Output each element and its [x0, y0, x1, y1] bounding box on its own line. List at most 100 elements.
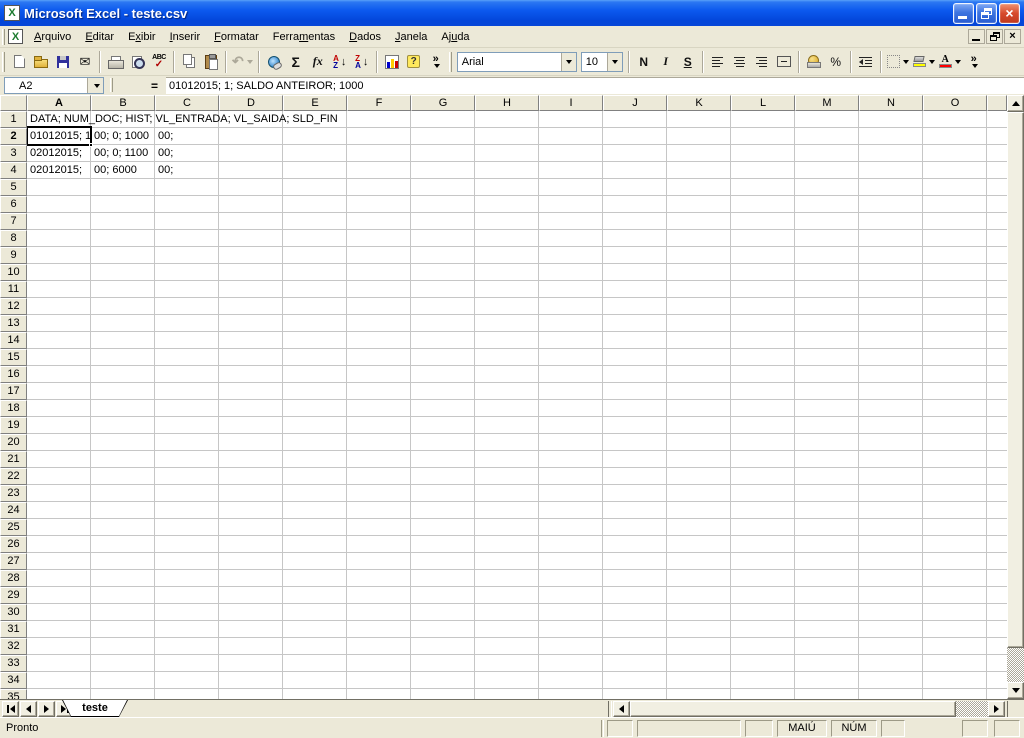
paste-function-button[interactable]: fx [307, 51, 329, 73]
cell-C2[interactable]: 00; [155, 128, 219, 145]
scroll-up-button[interactable] [1007, 95, 1024, 112]
col-header-C[interactable]: C [155, 95, 219, 111]
cell-B3[interactable]: 00; 0; 1100 [91, 145, 155, 162]
cell-C3[interactable]: 00; [155, 145, 219, 162]
vertical-scroll-track[interactable] [1007, 648, 1024, 682]
col-header-L[interactable]: L [731, 95, 795, 111]
workbook-restore-button[interactable] [986, 29, 1003, 44]
col-header-K[interactable]: K [667, 95, 731, 111]
row-header-30[interactable]: 30 [0, 604, 27, 621]
row-header-29[interactable]: 29 [0, 587, 27, 604]
title-bar[interactable]: X Microsoft Excel - teste.csv × [0, 0, 1024, 26]
print-preview-button[interactable] [126, 51, 148, 73]
cell-B2[interactable]: 00; 0; 1000 [91, 128, 155, 145]
name-box[interactable]: A2 [4, 77, 104, 94]
row-header-24[interactable]: 24 [0, 502, 27, 519]
row-header-6[interactable]: 6 [0, 196, 27, 213]
grid-body[interactable]: DATA; NUM_DOC; HIST; VL_ENTRADA; VL_SAID… [27, 111, 1007, 699]
row-header-20[interactable]: 20 [0, 434, 27, 451]
new-button[interactable] [8, 51, 30, 73]
decrease-indent-button[interactable] [855, 51, 877, 73]
spelling-button[interactable]: ABC✓ [148, 51, 170, 73]
row-header-13[interactable]: 13 [0, 315, 27, 332]
vertical-scroll-thumb[interactable] [1007, 112, 1024, 648]
menu-grip[interactable] [2, 29, 5, 45]
cell-B4[interactable]: 00; 6000 [91, 162, 155, 179]
paste-button[interactable] [200, 51, 222, 73]
currency-style-button[interactable] [803, 51, 825, 73]
row-header-21[interactable]: 21 [0, 451, 27, 468]
col-header-M[interactable]: M [795, 95, 859, 111]
row-header-32[interactable]: 32 [0, 638, 27, 655]
row-header-12[interactable]: 12 [0, 298, 27, 315]
scroll-left-button[interactable] [613, 701, 630, 717]
horizontal-scroll-track[interactable] [956, 701, 988, 717]
col-header-D[interactable]: D [219, 95, 283, 111]
more-buttons-2-button[interactable]: » [963, 51, 985, 73]
autosum-button[interactable]: Σ [285, 51, 307, 73]
row-header-14[interactable]: 14 [0, 332, 27, 349]
fill-color-button[interactable] [911, 51, 937, 73]
restore-button[interactable] [976, 3, 997, 24]
first-sheet-button[interactable] [2, 701, 19, 717]
help-button[interactable]: ? [403, 51, 425, 73]
menu-item-dados[interactable]: Dados [342, 29, 388, 45]
col-header-N[interactable]: N [859, 95, 923, 111]
row-header-16[interactable]: 16 [0, 366, 27, 383]
percent-style-button[interactable]: % [825, 51, 847, 73]
row-header-1[interactable]: 1 [0, 111, 27, 128]
more-buttons-button[interactable]: » [425, 51, 447, 73]
row-header-7[interactable]: 7 [0, 213, 27, 230]
row-header-28[interactable]: 28 [0, 570, 27, 587]
row-header-9[interactable]: 9 [0, 247, 27, 264]
col-header-B[interactable]: B [91, 95, 155, 111]
align-left-button[interactable] [707, 51, 729, 73]
row-header-25[interactable]: 25 [0, 519, 27, 536]
horizontal-scroll-thumb[interactable] [630, 701, 956, 717]
save-button[interactable] [52, 51, 74, 73]
col-header-A[interactable]: A [27, 95, 91, 111]
row-header-22[interactable]: 22 [0, 468, 27, 485]
undo-button[interactable]: ↶ [230, 51, 255, 73]
row-header-4[interactable]: 4 [0, 162, 27, 179]
row-header-18[interactable]: 18 [0, 400, 27, 417]
sort-descending-button[interactable]: ZA↓ [351, 51, 373, 73]
fill-handle[interactable] [89, 143, 93, 147]
menu-item-exibir[interactable]: Exibir [121, 29, 163, 45]
select-all-corner[interactable] [0, 95, 27, 111]
name-box-dropdown-button[interactable] [87, 78, 103, 93]
align-right-button[interactable] [751, 51, 773, 73]
row-header-23[interactable]: 23 [0, 485, 27, 502]
font-size-combo[interactable]: 10 [581, 52, 623, 72]
col-header-partial[interactable] [987, 95, 1007, 111]
tab-split-handle[interactable] [608, 701, 612, 717]
bold-button[interactable]: N [633, 51, 655, 73]
close-button[interactable]: × [999, 3, 1020, 24]
row-header-10[interactable]: 10 [0, 264, 27, 281]
col-header-F[interactable]: F [347, 95, 411, 111]
chart-wizard-button[interactable] [381, 51, 403, 73]
font-name-dropdown-button[interactable] [561, 53, 576, 71]
edit-formula-button[interactable]: = [146, 77, 163, 94]
toolbar-grip[interactable] [449, 52, 452, 72]
formula-input[interactable]: 01012015; 1; SALDO ANTEIROR; 1000 [166, 77, 1024, 94]
row-header-27[interactable]: 27 [0, 553, 27, 570]
row-header-3[interactable]: 3 [0, 145, 27, 162]
workbook-minimize-button[interactable] [968, 29, 985, 44]
font-name-combo[interactable]: Arial [457, 52, 577, 72]
col-header-I[interactable]: I [539, 95, 603, 111]
minimize-button[interactable] [953, 3, 974, 24]
col-header-H[interactable]: H [475, 95, 539, 111]
print-button[interactable] [104, 51, 126, 73]
row-header-11[interactable]: 11 [0, 281, 27, 298]
font-size-dropdown-button[interactable] [607, 53, 622, 71]
cell-C4[interactable]: 00; [155, 162, 219, 179]
col-header-O[interactable]: O [923, 95, 987, 111]
workbook-close-button[interactable]: × [1004, 29, 1021, 44]
row-header-19[interactable]: 19 [0, 417, 27, 434]
row-header-33[interactable]: 33 [0, 655, 27, 672]
insert-hyperlink-button[interactable] [263, 51, 285, 73]
row-header-2[interactable]: 2 [0, 128, 27, 145]
italic-button[interactable]: I [655, 51, 677, 73]
align-center-button[interactable] [729, 51, 751, 73]
